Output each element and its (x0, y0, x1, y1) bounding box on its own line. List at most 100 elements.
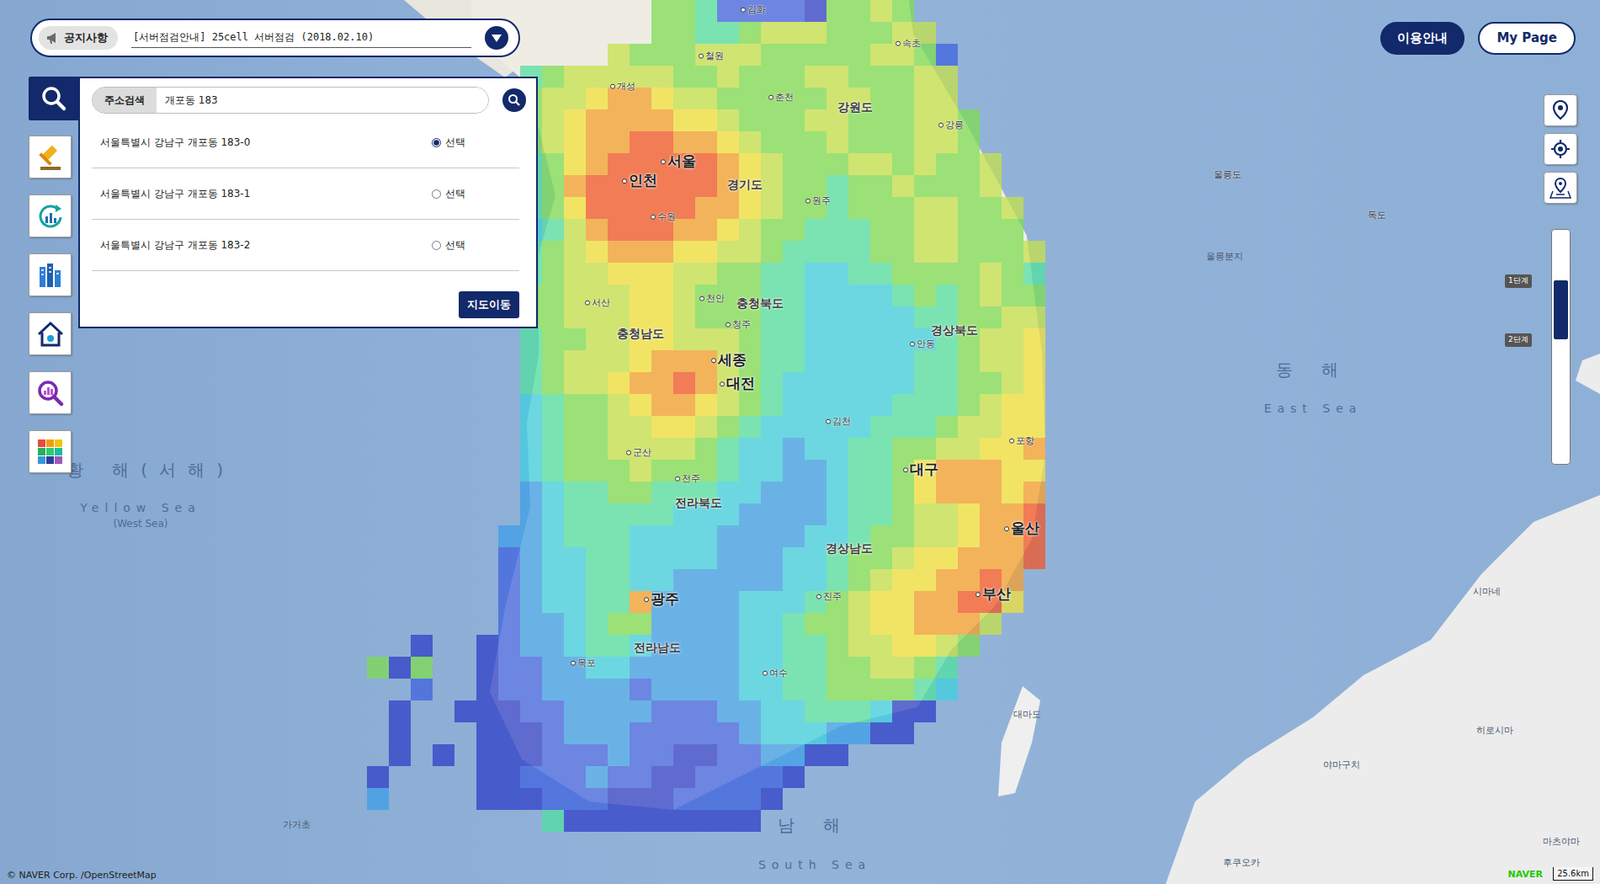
heat-cell (673, 744, 696, 766)
heat-cell (914, 350, 936, 373)
sidebar-item[interactable] (28, 312, 72, 356)
result-radio[interactable] (431, 240, 442, 250)
notice-toggle[interactable] (484, 26, 509, 50)
heat-cell (914, 65, 936, 88)
result-option-label[interactable]: 선택 (445, 186, 466, 202)
heat-cell (585, 437, 608, 460)
heat-cell (760, 744, 783, 766)
result-option[interactable]: 선택 (431, 237, 510, 253)
guide-button[interactable]: 이용안내 (1380, 21, 1465, 55)
heat-cell (673, 87, 696, 110)
mypage-button[interactable]: My Page (1477, 21, 1576, 55)
heat-cell (585, 568, 608, 591)
magnifier-icon (507, 93, 521, 107)
heat-cell (848, 262, 871, 285)
heat-cell (826, 393, 849, 416)
heat-cell (585, 722, 608, 745)
map-app[interactable]: 서울인천세종대전대구울산부산광주경기도강원도충청북도충청남도경상북도경상남도전라… (0, 0, 1600, 884)
heat-cell (870, 196, 893, 219)
heat-cell (870, 43, 893, 66)
result-radio[interactable] (431, 189, 442, 199)
sidebar-item[interactable] (28, 253, 72, 297)
zoom-track[interactable] (1551, 228, 1571, 465)
zoom-slider[interactable]: 1단계2단계 (1543, 228, 1578, 465)
heat-cell (585, 612, 608, 635)
zoom-thumb[interactable] (1553, 280, 1569, 340)
heat-cell (717, 612, 739, 635)
sidebar-item[interactable] (28, 194, 72, 238)
sidebar-item[interactable] (28, 430, 72, 474)
heat-cell (607, 328, 630, 351)
map-label-text: 대구 (909, 460, 939, 478)
result-address[interactable]: 서울특별시 강남구 개포동 183-2 (100, 237, 250, 253)
heat-cell (607, 65, 630, 88)
map-label-text: 서울 (667, 152, 697, 170)
result-row[interactable]: 서울특별시 강남구 개포동 183-0 선택 (91, 116, 520, 169)
move-map-button[interactable]: 지도이동 (458, 291, 520, 319)
map-label: 수원 (650, 212, 676, 224)
heat-cell (892, 568, 915, 591)
zoom-step-label[interactable]: 1단계 (1504, 274, 1532, 288)
heat-cell (673, 240, 696, 263)
result-address[interactable]: 서울특별시 강남구 개포동 183-0 (100, 134, 250, 150)
heat-cell (607, 87, 630, 110)
heat-cell (695, 87, 718, 110)
heat-cell (957, 262, 980, 285)
notice-text[interactable]: [서버점검안내] 25cell 서버점검 (2018.02.10) (131, 27, 472, 48)
heat-cell (542, 700, 564, 723)
city-dot-icon (711, 357, 717, 363)
heat-cell (651, 43, 674, 66)
location-button[interactable] (1543, 94, 1578, 127)
heat-cell (607, 481, 630, 504)
sidebar-item[interactable] (28, 76, 80, 121)
map-label-text: 김화 (747, 4, 766, 16)
search-type-tab[interactable]: 주소검색 (92, 87, 157, 113)
heat-cell (826, 525, 849, 548)
heat-cell (651, 787, 674, 810)
heat-cell (760, 722, 783, 745)
result-option[interactable]: 선택 (431, 134, 510, 150)
result-address[interactable]: 서울특별시 강남구 개포동 183-1 (100, 186, 250, 202)
heat-cell (695, 481, 718, 504)
sidebar-item[interactable] (28, 371, 72, 415)
heat-cell (870, 350, 893, 373)
search-button[interactable] (502, 88, 527, 112)
heat-cell (760, 284, 783, 307)
map-label-text: 경상북도 (930, 323, 979, 337)
current-location-button[interactable] (1543, 132, 1578, 165)
heat-cell (804, 547, 827, 569)
heat-cell (870, 415, 893, 438)
result-option[interactable]: 선택 (431, 186, 510, 202)
heat-cell (651, 393, 674, 416)
result-radio[interactable] (431, 138, 442, 148)
heat-cell (804, 525, 827, 548)
heat-cell (848, 437, 871, 460)
heat-cell (717, 350, 739, 373)
notice-bar[interactable]: 공지사항 [서버점검안내] 25cell 서버점검 (2018.02.10) (30, 18, 521, 58)
heat-cell (563, 328, 586, 351)
heat-cell (717, 765, 739, 788)
result-option-label[interactable]: 선택 (445, 237, 466, 253)
heat-cell (695, 218, 718, 241)
heat-cell (388, 656, 411, 679)
heat-cell (914, 634, 936, 657)
heat-cell (914, 328, 936, 351)
heat-cell (870, 372, 893, 394)
heat-cell (651, 262, 674, 285)
result-row[interactable]: 서울특별시 강남구 개포동 183-1 선택 (91, 168, 520, 220)
heat-cell (892, 196, 915, 219)
result-option-label[interactable]: 선택 (445, 134, 466, 150)
heat-cell (629, 350, 652, 373)
map-pin-button[interactable] (1543, 171, 1578, 204)
search-field[interactable]: 주소검색 (91, 86, 490, 114)
heat-cell (979, 415, 1002, 438)
result-row[interactable]: 서울특별시 강남구 개포동 183-2 선택 (91, 219, 520, 272)
heat-cell (935, 262, 958, 285)
city-dot-icon (805, 198, 811, 204)
heat-cell (935, 328, 958, 351)
heat-cell (914, 131, 936, 154)
sidebar-item[interactable] (28, 135, 72, 179)
zoom-step-label[interactable]: 2단계 (1504, 333, 1532, 347)
heat-cell (804, 21, 827, 44)
search-input[interactable] (156, 87, 489, 113)
